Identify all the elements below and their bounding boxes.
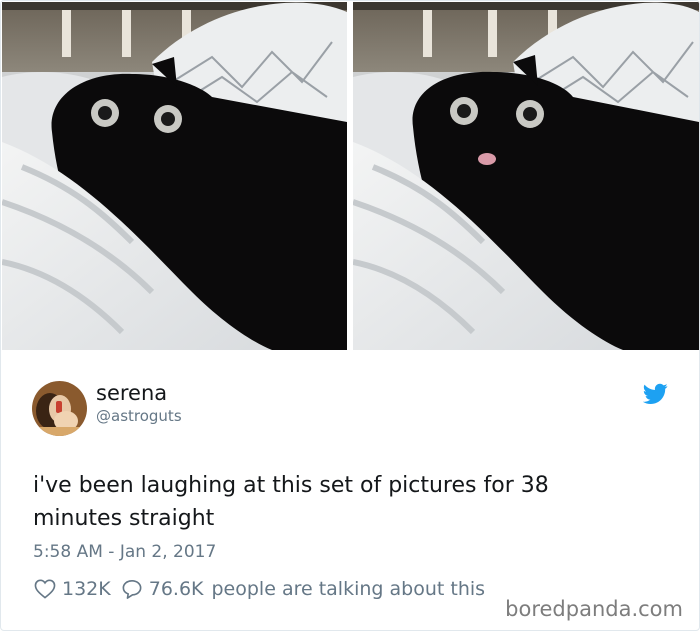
like-button[interactable]: 132K — [34, 577, 111, 601]
tweet-stats: 132K 76.6K people are talking about this — [34, 577, 485, 601]
watermark: boredpanda.com — [505, 597, 683, 621]
avatar[interactable] — [32, 381, 87, 436]
like-count: 132K — [62, 578, 111, 600]
tweet-timestamp[interactable]: 5:58 AM - Jan 2, 2017 — [33, 541, 216, 563]
tweet-card: serena @astroguts i've been laughing at … — [0, 0, 700, 631]
reply-button[interactable]: 76.6K people are talking about this — [121, 577, 485, 601]
tweet-text: i've been laughing at this set of pictur… — [33, 473, 549, 531]
speech-bubble-icon — [122, 580, 142, 599]
cat-photo-tongue-out[interactable] — [353, 2, 699, 350]
cat-photo-eyes-open[interactable] — [2, 2, 347, 350]
reply-count: 76.6K — [148, 578, 204, 600]
user-handle[interactable]: @astroguts — [96, 406, 182, 426]
display-name[interactable]: serena — [96, 380, 167, 406]
twitter-bird-icon[interactable] — [642, 383, 668, 405]
talking-label: people are talking about this — [211, 578, 486, 600]
tweet-media — [2, 2, 699, 350]
heart-icon — [34, 579, 56, 599]
